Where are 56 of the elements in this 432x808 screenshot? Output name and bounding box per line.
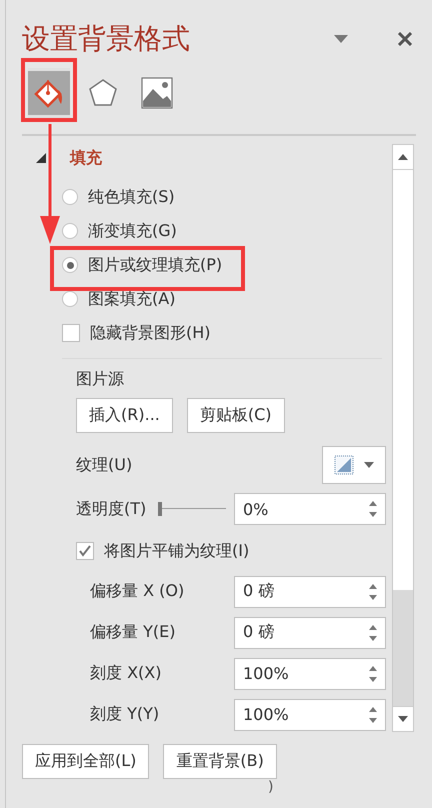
- spin-up-icon[interactable]: [369, 624, 377, 630]
- number-field[interactable]: 0 磅: [234, 616, 386, 648]
- pentagon-icon: [87, 77, 119, 109]
- field-label: 刻度 Y(Y): [90, 704, 160, 725]
- scrollbar[interactable]: [392, 144, 414, 732]
- field-label: 刻度 X(X): [90, 663, 162, 684]
- stray-text: ): [268, 779, 274, 795]
- radio-button[interactable]: [62, 189, 78, 205]
- highlight-box: [21, 58, 77, 122]
- spin-down-icon[interactable]: [369, 594, 377, 600]
- transparency-slider[interactable]: [158, 502, 226, 516]
- spin-down-icon[interactable]: [369, 676, 377, 682]
- transparency-field[interactable]: 0%: [234, 493, 386, 525]
- group-label: 图片源: [76, 369, 124, 388]
- radio-label[interactable]: 图案填充(A): [88, 288, 176, 310]
- texture-dropdown[interactable]: [322, 446, 386, 484]
- source-button[interactable]: 插入(R)...: [76, 398, 173, 433]
- radio-button[interactable]: [62, 223, 78, 239]
- spin-up-icon[interactable]: [369, 501, 377, 506]
- radio-label[interactable]: 渐变填充(G): [88, 220, 177, 242]
- spin-up-icon[interactable]: [369, 666, 377, 670]
- spin-down-icon[interactable]: [369, 636, 377, 640]
- field-label: 纹理(U): [76, 454, 134, 476]
- field-label: 偏移量 X (O): [90, 581, 186, 602]
- field-label: 透明度(T): [76, 498, 148, 520]
- checkbox[interactable]: [62, 324, 80, 342]
- number-field[interactable]: 100%: [234, 658, 386, 690]
- panel-title: 设置背景格式: [22, 21, 191, 57]
- number-field[interactable]: 100%: [234, 698, 386, 730]
- radio-label[interactable]: 纯色填充(S): [88, 186, 175, 208]
- field-label: 偏移量 Y(E): [90, 622, 176, 643]
- spin-up-icon[interactable]: [369, 584, 377, 588]
- footer-button[interactable]: 应用到全部(L): [22, 744, 150, 779]
- number-field[interactable]: 0 磅: [234, 576, 386, 608]
- caret-icon[interactable]: [334, 35, 348, 43]
- scroll-up-icon[interactable]: [398, 154, 408, 160]
- texture-swatch-icon: [334, 455, 354, 475]
- scrollbar-thumb[interactable]: [393, 170, 413, 590]
- expand-triangle-icon[interactable]: [36, 153, 46, 163]
- radio-label[interactable]: 图片或纹理填充(P): [88, 254, 222, 276]
- footer-button[interactable]: 重置背景(B): [163, 744, 277, 779]
- picture-icon: [141, 77, 173, 109]
- section-title[interactable]: 填充: [70, 148, 102, 168]
- spin-down-icon[interactable]: [369, 512, 377, 517]
- close-icon[interactable]: [398, 32, 412, 46]
- category-tab[interactable]: [28, 68, 70, 118]
- checkbox-label[interactable]: 将图片平铺为纹理(I): [104, 540, 250, 562]
- radio-button[interactable]: [62, 257, 78, 273]
- checkbox[interactable]: [76, 542, 94, 560]
- radio-button[interactable]: [62, 291, 78, 307]
- spin-down-icon[interactable]: [369, 718, 377, 722]
- spin-up-icon[interactable]: [369, 706, 377, 712]
- checkbox-label[interactable]: 隐藏背景图形(H): [90, 322, 211, 344]
- scroll-down-icon[interactable]: [398, 716, 408, 722]
- caret-icon: [364, 462, 374, 468]
- source-button[interactable]: 剪贴板(C): [186, 398, 285, 433]
